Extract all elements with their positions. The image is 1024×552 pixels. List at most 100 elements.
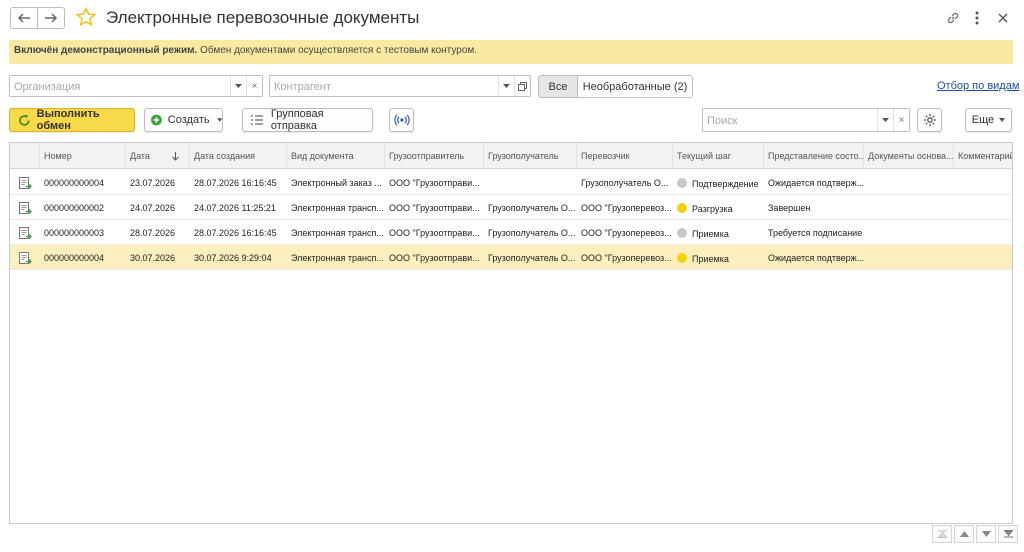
search-input[interactable]: Поиск × <box>702 108 910 132</box>
cell-consignee: Грузополучатель О... <box>488 203 576 213</box>
scroll-bottom-icon <box>1003 530 1013 538</box>
cell-consignee: Грузополучатель О... <box>488 228 576 238</box>
column-header-base-docs[interactable]: Документы основа... <box>864 143 954 169</box>
close-icon[interactable] <box>994 9 1012 27</box>
cell-base-docs <box>864 170 954 195</box>
column-header-doc-type[interactable]: Вид документа <box>287 143 385 169</box>
cell-carrier: ООО "Грузоперевоз... <box>581 253 672 263</box>
cell-date: 28.07.2026 <box>130 228 176 238</box>
forward-arrow-icon <box>45 13 58 23</box>
more-button[interactable]: Еще <box>965 108 1012 132</box>
column-header-icon <box>10 143 40 169</box>
document-arrow-icon <box>19 177 32 189</box>
document-arrow-icon <box>19 202 32 214</box>
run-exchange-button[interactable]: Выполнить обмен <box>9 108 135 132</box>
scroll-down-button[interactable] <box>976 525 996 543</box>
cell-base-docs <box>864 245 954 270</box>
cell-status: Ожидается подтверж... <box>768 178 864 188</box>
chevron-down-icon <box>216 118 222 122</box>
organization-clear-button[interactable]: × <box>246 76 262 96</box>
filter-by-type-link[interactable]: Отбор по видам <box>937 80 1019 92</box>
open-window-icon <box>518 81 527 91</box>
clear-icon: × <box>898 114 905 126</box>
column-header-created[interactable]: Дата создания <box>190 143 287 169</box>
organization-field[interactable]: Организация × <box>9 75 263 97</box>
column-header-comment[interactable]: Комментарий <box>954 143 1012 169</box>
cell-step-label: Разгрузка <box>692 204 733 214</box>
filter-unprocessed-toggle[interactable]: Необработанные (2) <box>577 75 693 98</box>
cell-comment <box>954 245 1012 270</box>
demo-mode-banner: Включён демонстрационный режим. Обмен до… <box>9 40 1013 64</box>
settings-button[interactable] <box>917 108 942 132</box>
cell-base-docs <box>864 195 954 220</box>
cell-doc-type: Электронный заказ ... <box>291 178 382 188</box>
cell-step: Приемка <box>673 220 764 245</box>
cell-doc-type: Электронная трансп... <box>291 203 384 213</box>
column-header-date[interactable]: Дата <box>126 143 190 169</box>
search-clear-button[interactable]: × <box>893 109 909 131</box>
cell-status: Завершен <box>768 203 811 213</box>
cell-step-label: Приемка <box>692 254 729 264</box>
cell-shipper: ООО "Грузоотправи... <box>389 203 480 213</box>
scroll-up-icon <box>959 531 969 537</box>
counterparty-placeholder: Контрагент <box>274 81 331 93</box>
table-row[interactable]: 000000000003 28.07.2026 28.07.2026 16:16… <box>10 220 1012 245</box>
counterparty-open-button[interactable] <box>514 76 530 96</box>
chevron-down-icon <box>999 118 1006 122</box>
cell-carrier: Грузополучатель О... <box>581 178 669 188</box>
plus-circle-icon <box>151 114 162 126</box>
banner-text: Обмен документами осуществляется с тесто… <box>197 45 478 56</box>
run-exchange-label: Выполнить обмен <box>36 108 100 132</box>
cell-created: 28.07.2026 16:16:45 <box>194 178 277 188</box>
back-button[interactable] <box>10 7 38 29</box>
document-arrow-icon <box>19 252 32 264</box>
status-dot-yellow <box>677 203 687 213</box>
more-label: Еще <box>971 114 995 126</box>
column-header-carrier[interactable]: Перевозчик <box>577 143 673 169</box>
organization-dropdown-button[interactable] <box>230 76 246 96</box>
cell-date: 30.07.2026 <box>130 253 176 263</box>
table-row-selected[interactable]: 000000000004 30.07.2026 30.07.2026 9:29:… <box>10 245 1012 270</box>
list-icon <box>251 115 263 125</box>
star-icon[interactable] <box>76 7 96 27</box>
cell-comment <box>954 195 1012 220</box>
cell-doc-type: Электронная трансп... <box>291 253 384 263</box>
column-header-date-label: Дата <box>130 151 150 161</box>
filter-all-toggle[interactable]: Все <box>538 75 578 98</box>
signal-icon <box>393 114 410 126</box>
chevron-down-icon <box>235 84 242 88</box>
cell-carrier: ООО "Грузоперевоз... <box>581 228 672 238</box>
column-header-number[interactable]: Номер <box>40 143 126 169</box>
table-row[interactable]: 000000000004 23.07.2026 28.07.2026 16:16… <box>10 170 1012 195</box>
search-dropdown-button[interactable] <box>877 109 893 131</box>
chevron-down-icon <box>882 118 889 122</box>
group-send-label: Групповая отправка <box>270 108 324 132</box>
column-header-consignee[interactable]: Грузополучатель <box>484 143 577 169</box>
status-dot-grey <box>677 228 687 238</box>
forward-button[interactable] <box>37 7 65 29</box>
cell-step: Разгрузка <box>673 195 764 220</box>
sort-descending-icon <box>172 152 179 161</box>
group-send-button[interactable]: Групповая отправка <box>242 108 373 132</box>
table-row[interactable]: 000000000002 24.07.2026 24.07.2026 11:25… <box>10 195 1012 220</box>
counterparty-field[interactable]: Контрагент <box>269 75 531 97</box>
scroll-up-button[interactable] <box>954 525 974 543</box>
cell-created: 24.07.2026 11:25:21 <box>194 203 276 213</box>
scroll-top-icon <box>937 530 947 538</box>
link-icon[interactable] <box>944 9 962 27</box>
clear-icon: × <box>251 80 258 92</box>
counterparty-dropdown-button[interactable] <box>498 76 514 96</box>
scroll-bottom-button[interactable] <box>998 525 1018 543</box>
create-button[interactable]: Создать <box>144 108 223 132</box>
documents-table[interactable]: Номер Дата Дата создания Вид документа Г… <box>9 142 1013 524</box>
column-header-step[interactable]: Текущий шаг <box>673 143 764 169</box>
column-header-shipper[interactable]: Грузоотправитель <box>385 143 484 169</box>
search-placeholder: Поиск <box>707 115 738 127</box>
more-vertical-icon[interactable] <box>968 9 986 27</box>
signal-button[interactable] <box>389 108 414 132</box>
chevron-down-icon <box>503 84 510 88</box>
cell-shipper: ООО "Грузоотправи... <box>389 228 480 238</box>
cell-date: 24.07.2026 <box>130 203 176 213</box>
scroll-top-button[interactable] <box>932 525 952 543</box>
column-header-status[interactable]: Представление состо... <box>764 143 864 169</box>
